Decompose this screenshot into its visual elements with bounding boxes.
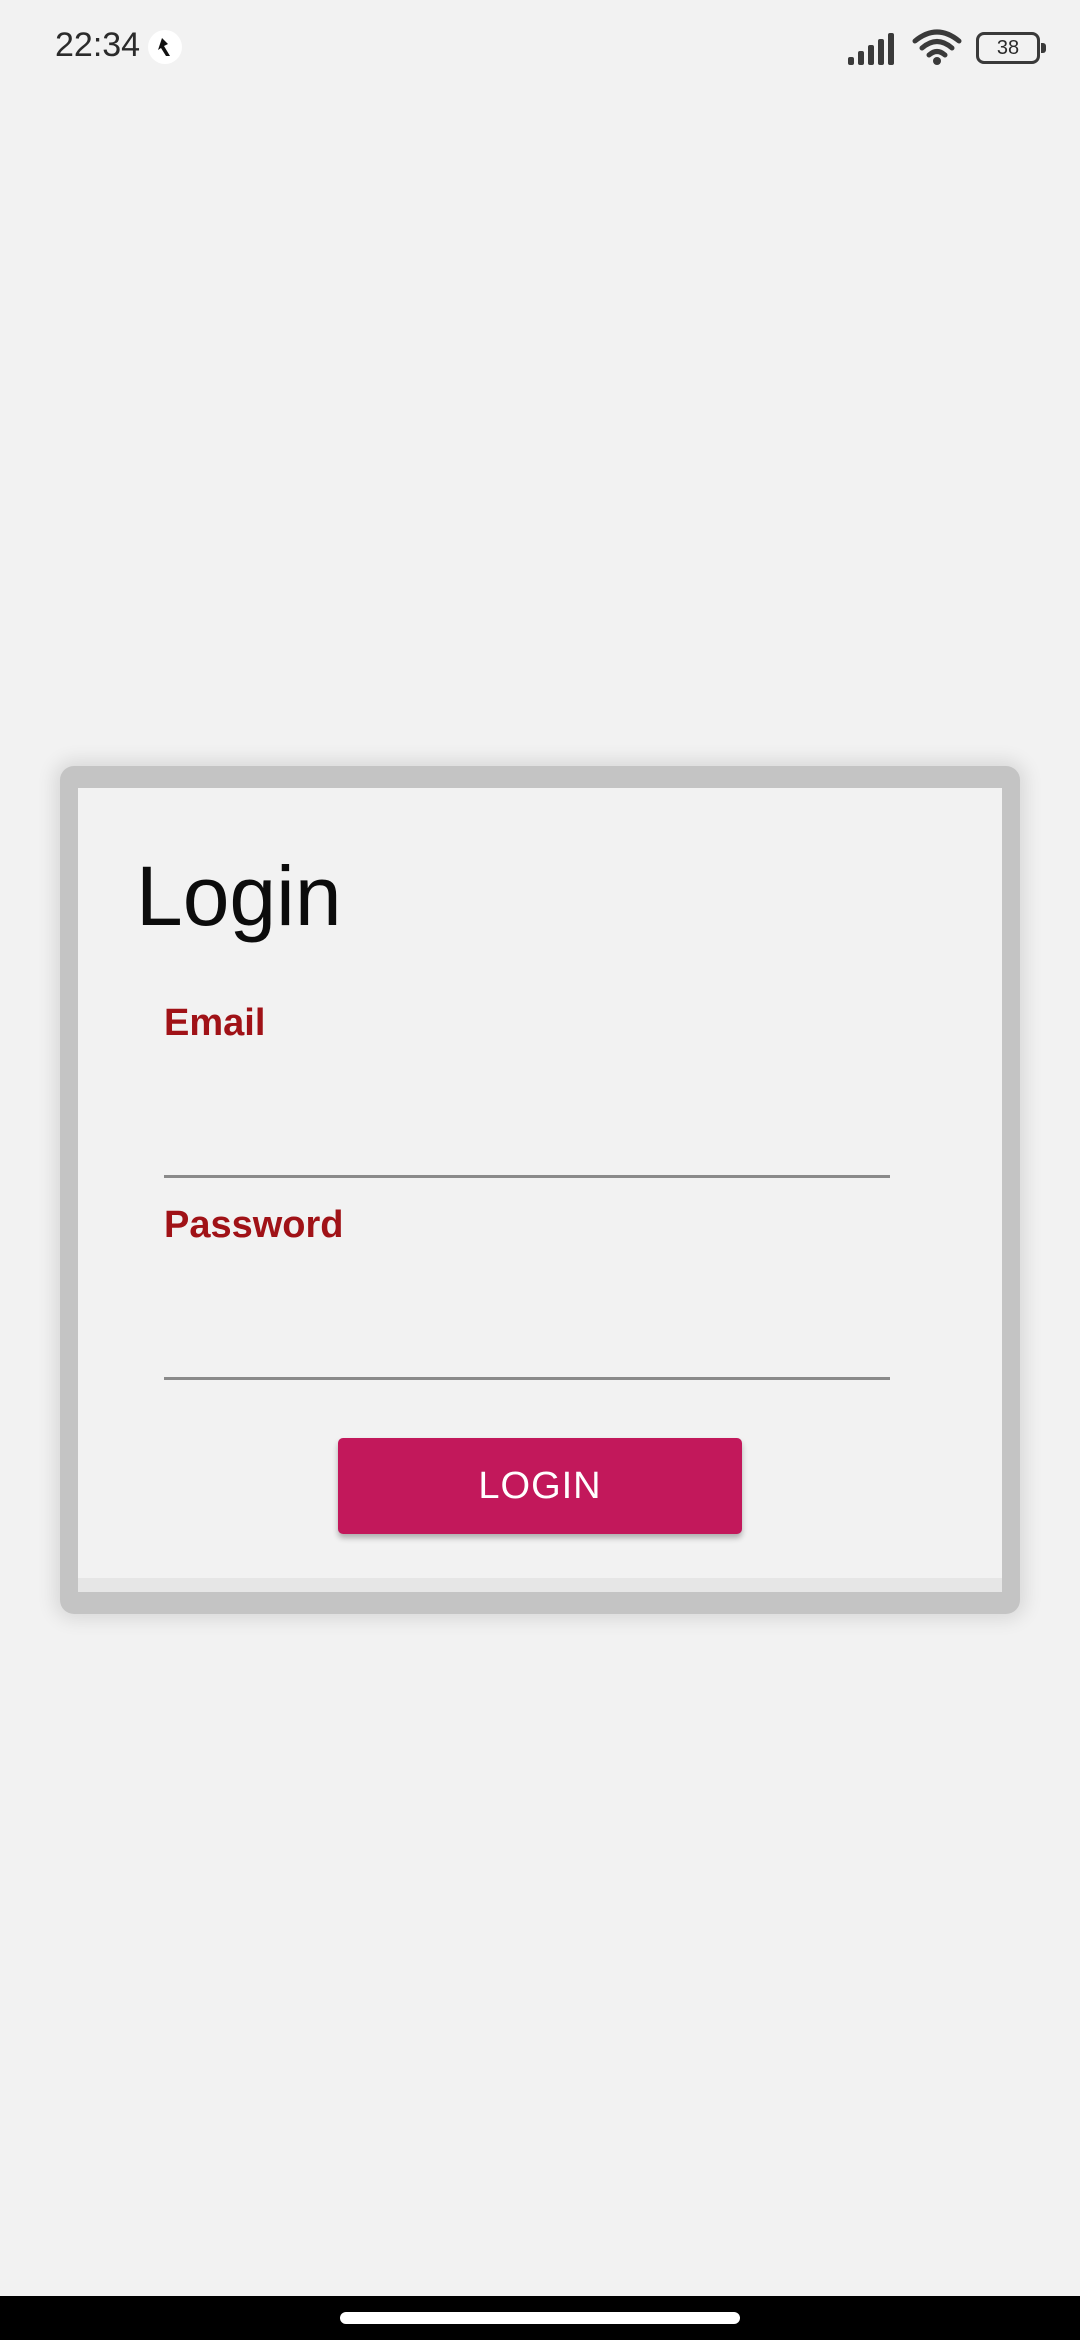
app-notification-icon [148, 30, 182, 64]
login-card: Login Email Password LOGIN [78, 788, 1002, 1592]
battery-icon: 38 [976, 32, 1046, 64]
email-field[interactable] [164, 1108, 890, 1178]
home-indicator[interactable] [340, 2312, 740, 2324]
page-title: Login [136, 849, 342, 943]
status-time: 22:34 [55, 26, 141, 64]
card-footer-divider [78, 1578, 1002, 1592]
password-label: Password [164, 1204, 344, 1246]
password-field[interactable] [164, 1310, 890, 1380]
email-label: Email [164, 1002, 266, 1044]
cellular-signal-icon [848, 33, 894, 65]
login-button[interactable]: LOGIN [338, 1438, 742, 1534]
navigation-bar [0, 2296, 1080, 2340]
login-screen: 22:34 38 Login Email Password LOGIN [0, 0, 1080, 2340]
wifi-icon [912, 29, 962, 65]
battery-level: 38 [996, 36, 1020, 59]
status-bar: 22:34 38 [0, 0, 1080, 96]
status-indicators: 38 [846, 28, 1046, 68]
